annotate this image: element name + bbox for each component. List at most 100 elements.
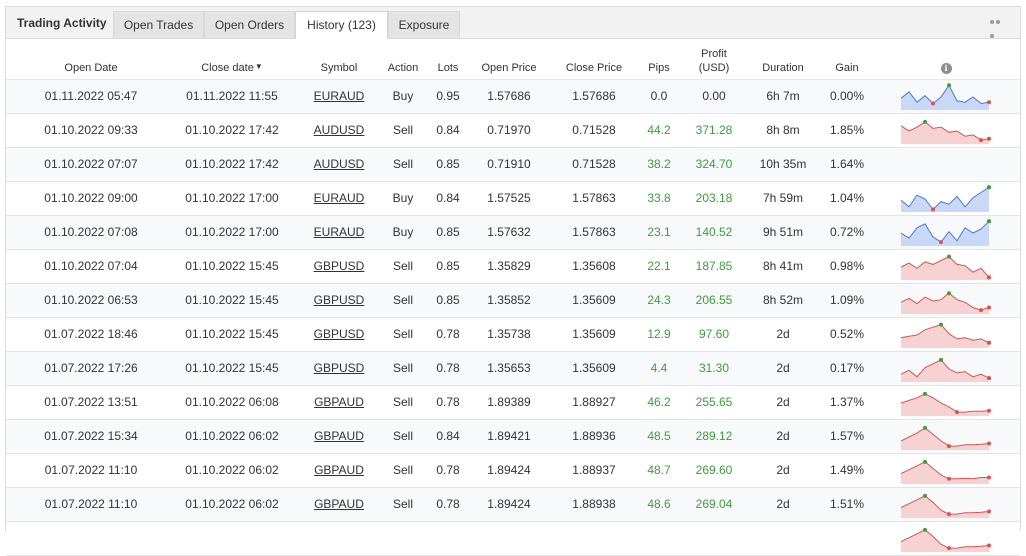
- cell-symbol-value[interactable]: GBPAUD: [314, 497, 364, 511]
- header-symbol[interactable]: Symbol: [309, 61, 369, 75]
- cell-symbol-value[interactable]: GBPUSD: [314, 361, 365, 375]
- header-open-price[interactable]: Open Price: [473, 61, 545, 75]
- table-row[interactable]: 01.07.2022 13:51 01.10.2022 06:08 GBPAUD Se…: [6, 386, 1020, 420]
- cell-duration: 7h 59m: [752, 182, 814, 215]
- cell-duration-value: 8h 41m: [762, 259, 804, 273]
- cell-action: Sell: [378, 386, 428, 419]
- cell-duration-value: 2d: [776, 429, 790, 443]
- header-chart: i: [935, 61, 957, 75]
- tab-history[interactable]: History (123): [295, 11, 388, 39]
- cell-duration: 9h 51m: [752, 216, 814, 249]
- cell-lots-value: 0.78: [436, 327, 460, 341]
- cell-symbol-value[interactable]: GBPUSD: [314, 327, 365, 341]
- sparkline-max-marker: [923, 493, 927, 498]
- cell-close-price: 1.88937: [558, 454, 630, 487]
- cell-symbol: GBPAUD: [309, 420, 369, 453]
- cell-close-date: 01.10.2022 15:45: [182, 250, 282, 283]
- header-lots[interactable]: Lots: [426, 61, 470, 75]
- table-row[interactable]: 01.10.2022 09:33 01.10.2022 17:42 AUDUSD Se…: [6, 114, 1020, 148]
- table-row[interactable]: 01.10.2022 07:07 01.10.2022 17:42 AUDUSD Se…: [6, 148, 1020, 182]
- trade-sparkline: [900, 357, 991, 382]
- cell-pips-value: 0.0: [650, 89, 668, 103]
- table-row[interactable]: 01.11.2022 05:47 01.11.2022 11:55 EURAUD Bu…: [6, 80, 1020, 114]
- cell-profit-value: 97.60: [698, 327, 730, 341]
- table-row[interactable]: [6, 522, 1020, 556]
- cell-symbol-value[interactable]: GBPUSD: [314, 293, 365, 307]
- table-row[interactable]: 01.07.2022 18:46 01.10.2022 15:45 GBPUSD Se…: [6, 318, 1020, 352]
- cell-profit: 203.18: [686, 182, 742, 215]
- table-row[interactable]: 01.10.2022 07:08 01.10.2022 17:00 EURAUD Bu…: [6, 216, 1020, 250]
- cell-gain: 1.64%: [819, 148, 875, 181]
- cell-symbol-value[interactable]: GBPAUD: [314, 429, 364, 443]
- cell-open-date-value: 01.10.2022 07:07: [44, 157, 138, 171]
- cell-close-date-value: 01.10.2022 15:45: [185, 293, 279, 307]
- header-gain[interactable]: Gain: [819, 61, 875, 75]
- tab-open-orders[interactable]: Open Orders: [204, 11, 295, 38]
- cell-close-date: 01.11.2022 11:55: [182, 80, 282, 113]
- more-options-icon[interactable]: [990, 20, 1006, 38]
- trade-sparkline: [900, 254, 991, 280]
- cell-symbol-value[interactable]: AUDUSD: [314, 157, 365, 171]
- tab-open-trades[interactable]: Open Trades: [113, 11, 204, 38]
- cell-symbol-value[interactable]: EURAUD: [314, 89, 365, 103]
- header-close-price[interactable]: Close Price: [558, 61, 630, 75]
- cell-close-price: 0.71528: [558, 114, 630, 147]
- cell-lots: 0.85: [426, 148, 470, 181]
- cell-symbol-value[interactable]: EURAUD: [314, 225, 365, 239]
- tab-exposure[interactable]: Exposure: [388, 11, 460, 38]
- trade-sparkline: [900, 425, 991, 450]
- header-duration[interactable]: Duration: [752, 61, 814, 75]
- header-pips[interactable]: Pips: [638, 61, 680, 75]
- table-row[interactable]: 01.07.2022 15:34 01.10.2022 06:02 GBPAUD Se…: [6, 420, 1020, 454]
- cell-duration: 2d: [752, 488, 814, 521]
- cell-duration-value: 2d: [776, 395, 790, 409]
- header-close-date[interactable]: Close date▼: [182, 60, 282, 75]
- cell-gain-value: 1.49%: [829, 463, 865, 477]
- cell-profit-value: 0.00: [702, 89, 726, 103]
- table-row[interactable]: 01.10.2022 07:04 01.10.2022 15:45 GBPUSD Se…: [6, 250, 1020, 284]
- cell-duration-value: 7h 59m: [762, 191, 804, 205]
- cell-close-date-value: 01.10.2022 06:02: [185, 429, 279, 443]
- cell-action-value: Buy: [392, 225, 414, 239]
- cell-pips-value: 48.6: [647, 497, 671, 511]
- cell-duration: 6h 7m: [752, 80, 814, 113]
- cell-close-price: 1.35609: [558, 284, 630, 317]
- cell-lots: 0.78: [426, 488, 470, 521]
- cell-action-value: Sell: [392, 497, 413, 511]
- table-row[interactable]: 01.10.2022 09:00 01.10.2022 17:00 EURAUD Bu…: [6, 182, 1020, 216]
- cell-symbol: EURAUD: [309, 182, 369, 215]
- cell-open-date: 01.07.2022 11:10: [41, 454, 141, 487]
- cell-symbol-value[interactable]: GBPAUD: [314, 463, 364, 477]
- trade-sparkline: [900, 185, 991, 212]
- sparkline-max-marker: [947, 254, 951, 259]
- cell-action: Sell: [378, 488, 428, 521]
- cell-pips-value: 12.9: [647, 327, 671, 341]
- table-row[interactable]: 01.10.2022 06:53 01.10.2022 15:45 GBPUSD Se…: [6, 284, 1020, 318]
- info-icon[interactable]: i: [940, 63, 952, 74]
- cell-pips: [638, 522, 680, 555]
- header-open-date[interactable]: Open Date: [41, 61, 141, 75]
- table-row[interactable]: 01.07.2022 17:26 01.10.2022 15:45 GBPUSD Se…: [6, 352, 1020, 386]
- header-action[interactable]: Action: [378, 61, 428, 75]
- cell-gain-value: 1.09%: [829, 293, 865, 307]
- cell-gain: 0.72%: [819, 216, 875, 249]
- cell-profit-value: 187.85: [695, 259, 733, 273]
- table-row[interactable]: 01.07.2022 11:10 01.10.2022 06:02 GBPAUD Se…: [6, 488, 1020, 522]
- cell-symbol-value[interactable]: AUDUSD: [314, 123, 365, 137]
- cell-symbol-value[interactable]: EURAUD: [314, 191, 365, 205]
- cell-duration-value: 6h 7m: [766, 89, 800, 103]
- sparkline-area: [901, 221, 989, 246]
- table-row[interactable]: 01.07.2022 11:10 01.10.2022 06:02 GBPAUD Se…: [6, 454, 1020, 488]
- cell-close-price-value: 0.71528: [572, 157, 616, 171]
- header-profit[interactable]: Profit (USD): [686, 47, 742, 75]
- cell-close-date: 01.10.2022 06:02: [182, 454, 282, 487]
- cell-symbol-value[interactable]: GBPUSD: [314, 259, 365, 273]
- cell-close-date-value: 01.10.2022 17:00: [185, 191, 279, 205]
- cell-pips: 46.2: [638, 386, 680, 419]
- cell-pips: 12.9: [638, 318, 680, 351]
- sparkline-end-marker: [987, 509, 991, 514]
- cell-duration: 2d: [752, 318, 814, 351]
- cell-symbol-value[interactable]: GBPAUD: [314, 395, 364, 409]
- cell-open-price-value: 1.89424: [487, 463, 531, 477]
- cell-action: Buy: [378, 80, 428, 113]
